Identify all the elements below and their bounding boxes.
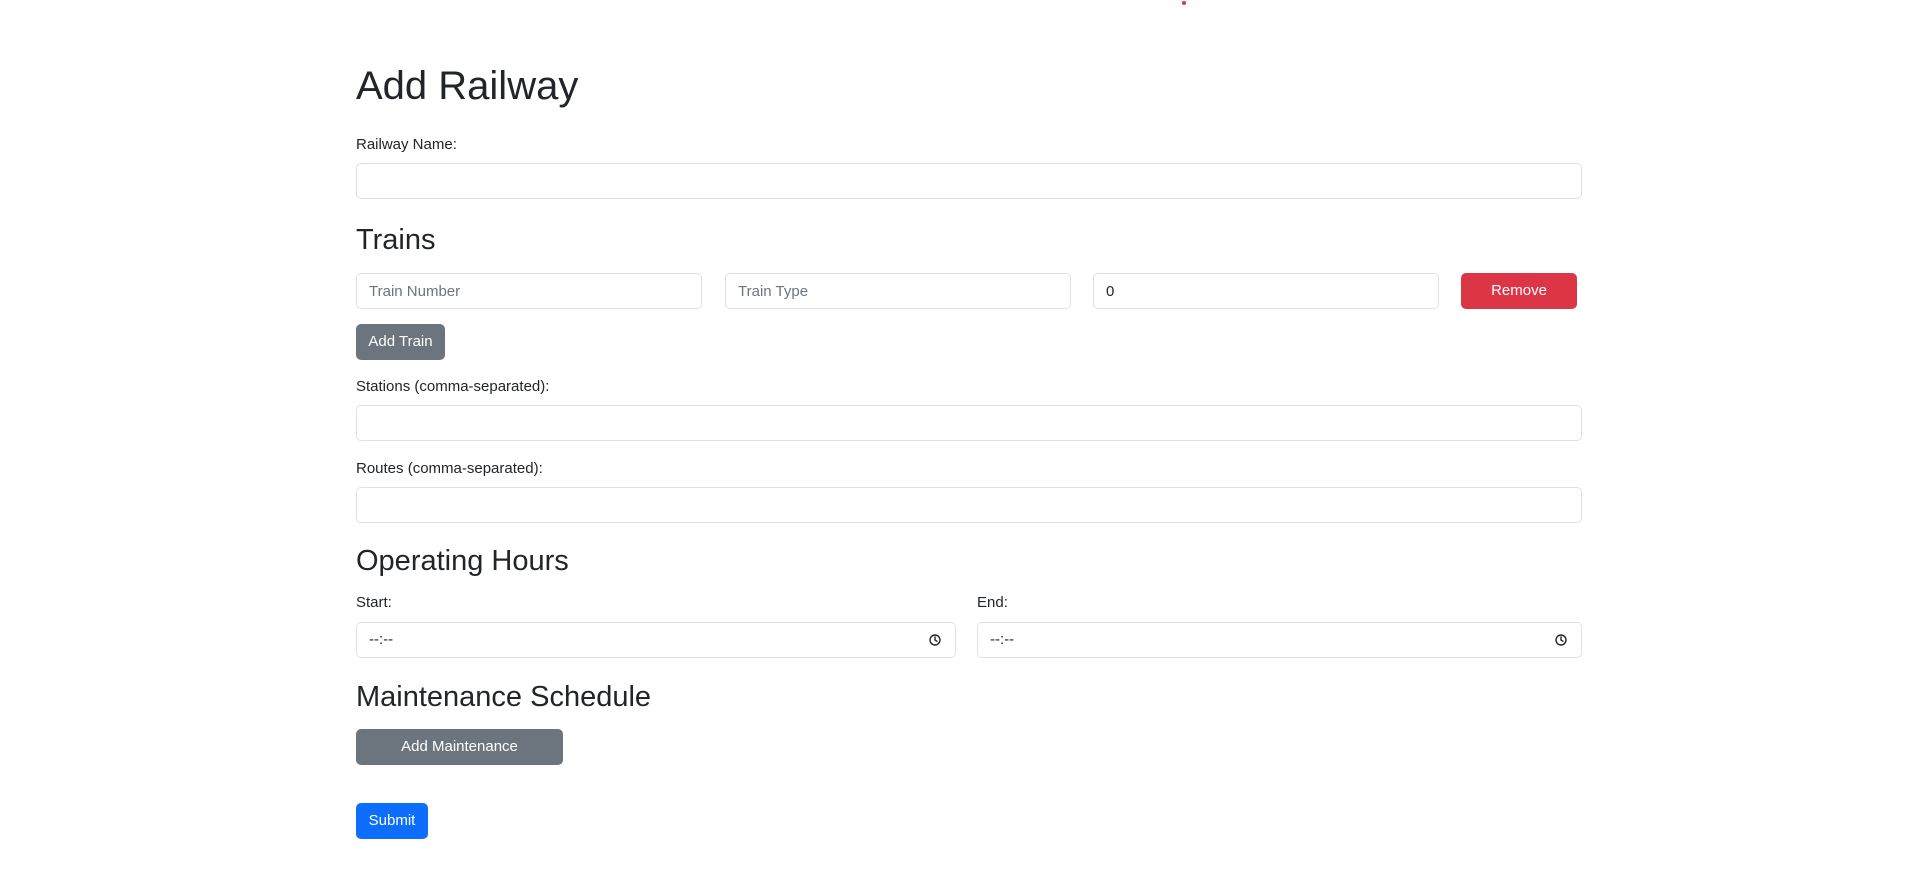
- clock-icon[interactable]: [929, 634, 941, 646]
- maintenance-heading: Maintenance Schedule: [356, 681, 652, 713]
- routes-label: Routes (comma-separated):: [356, 460, 543, 477]
- end-time-input[interactable]: --:--: [977, 622, 1582, 658]
- end-time-label: End:: [977, 594, 1008, 611]
- operating-hours-heading: Operating Hours: [356, 545, 569, 577]
- start-time-value: --:--: [369, 631, 394, 648]
- stations-label: Stations (comma-separated):: [356, 378, 550, 395]
- start-time-label: Start:: [356, 594, 392, 611]
- railway-name-label: Railway Name:: [356, 136, 457, 153]
- page-title: Add Railway: [356, 64, 579, 108]
- stations-input[interactable]: [356, 405, 1582, 441]
- train-capacity-input[interactable]: [1093, 273, 1439, 309]
- end-time-value: --:--: [990, 631, 1015, 648]
- train-type-input[interactable]: [725, 273, 1071, 309]
- start-time-input[interactable]: --:--: [356, 622, 956, 658]
- submit-button[interactable]: Submit: [356, 803, 428, 839]
- page: Add Railway Railway Name: Trains Remove …: [0, 0, 1918, 885]
- railway-name-input[interactable]: [356, 163, 1582, 199]
- add-train-button[interactable]: Add Train: [356, 324, 445, 360]
- add-maintenance-button[interactable]: Add Maintenance Schedule: [356, 729, 563, 791]
- remove-train-button[interactable]: Remove Train: [1461, 273, 1577, 335]
- routes-input[interactable]: [356, 487, 1582, 523]
- train-number-input[interactable]: [356, 273, 702, 309]
- indicator-dot: [1182, 1, 1186, 5]
- clock-icon[interactable]: [1555, 634, 1567, 646]
- trains-heading: Trains: [356, 224, 436, 256]
